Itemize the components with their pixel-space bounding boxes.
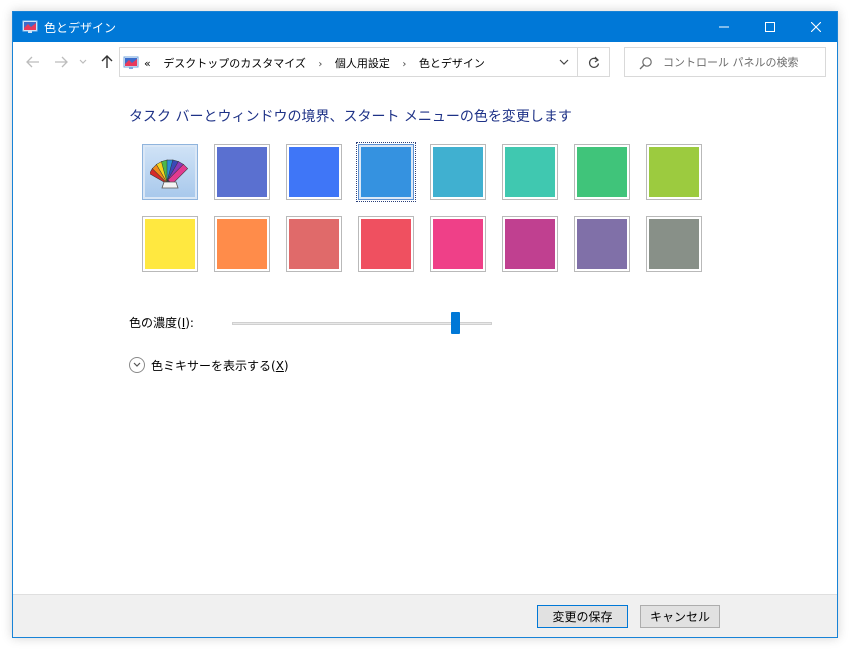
- color-swatch-fill: [145, 219, 195, 269]
- color-swatch-fill: [289, 147, 339, 197]
- color-swatch-fill: [505, 219, 555, 269]
- close-button[interactable]: [793, 12, 839, 42]
- color-swatch-fill: [361, 147, 411, 197]
- color-swatch-coral[interactable]: [286, 216, 342, 272]
- maximize-icon: [765, 22, 775, 32]
- show-color-mixer-label: 色ミキサーを表示する(X): [151, 357, 289, 374]
- search-input[interactable]: [663, 53, 819, 71]
- color-swatch-fill: [577, 219, 627, 269]
- color-swatch-fill: [433, 219, 483, 269]
- color-swatch-fill: [433, 147, 483, 197]
- color-swatch-magenta[interactable]: [502, 216, 558, 272]
- expand-chevron-icon: [129, 357, 145, 373]
- color-swatch-fill: [505, 147, 555, 197]
- color-swatch-gray-green[interactable]: [646, 216, 702, 272]
- chevron-down-icon: [559, 59, 569, 65]
- color-swatch-teal-blue[interactable]: [430, 144, 486, 200]
- address-history-dropdown[interactable]: [552, 48, 576, 76]
- breadcrumb: « デスクトップのカスタマイズ › 個人用設定 › 色とデザイン: [144, 55, 494, 71]
- color-swatch-fill: [649, 147, 699, 197]
- navigation-bar: « デスクトップのカスタマイズ › 個人用設定 › 色とデザイン: [13, 42, 837, 82]
- color-display-icon: [123, 56, 139, 69]
- save-changes-button[interactable]: 変更の保存: [537, 605, 628, 628]
- minimize-button[interactable]: [701, 12, 747, 42]
- recent-locations-button[interactable]: [77, 52, 89, 72]
- cancel-button[interactable]: キャンセル: [640, 605, 720, 628]
- breadcrumb-overflow[interactable]: «: [144, 57, 151, 70]
- color-swatch-orange[interactable]: [214, 216, 270, 272]
- color-swatch-aqua[interactable]: [502, 144, 558, 200]
- color-swatch-purple[interactable]: [574, 216, 630, 272]
- color-swatch-blue[interactable]: [286, 144, 342, 200]
- up-button[interactable]: [97, 52, 117, 72]
- window-title: 色とデザイン: [44, 21, 117, 35]
- color-swatch-fill: [217, 147, 267, 197]
- mixer-access-key: X: [275, 358, 284, 373]
- minimize-icon: [719, 26, 729, 28]
- breadcrumb-item-personalization[interactable]: 個人用設定: [335, 57, 390, 70]
- page-heading: タスク バーとウィンドウの境界、スタート メニューの色を変更します: [129, 109, 572, 125]
- main-content: タスク バーとウィンドウの境界、スタート メニューの色を変更します 色の濃度(I…: [13, 82, 837, 594]
- refresh-icon: [588, 56, 600, 68]
- address-bar[interactable]: « デスクトップのカスタマイズ › 個人用設定 › 色とデザイン: [119, 47, 610, 77]
- show-color-mixer-toggle[interactable]: 色ミキサーを表示する(X): [129, 355, 289, 375]
- window: 色とデザイン « デスクトップのカスタマイズ › 個人用設定 › 色とデザイン …: [12, 11, 838, 638]
- arrow-up-icon: [101, 55, 113, 68]
- intensity-label-text: 色の濃度(: [129, 316, 182, 330]
- arrow-left-icon: [26, 56, 39, 68]
- color-swatch-fill: [649, 219, 699, 269]
- forward-button[interactable]: [51, 52, 71, 72]
- breadcrumb-item-desktop-customization[interactable]: デスクトップのカスタマイズ: [163, 57, 306, 70]
- color-swatch-fill: [289, 219, 339, 269]
- breadcrumb-separator[interactable]: ›: [402, 59, 406, 70]
- color-swatch-green[interactable]: [574, 144, 630, 200]
- footer-bar: 変更の保存 キャンセル: [13, 594, 837, 637]
- color-intensity-label: 色の濃度(I):: [129, 314, 194, 331]
- color-swatch-fill: [361, 219, 411, 269]
- breadcrumb-separator[interactable]: ›: [318, 59, 322, 70]
- color-swatch-lime[interactable]: [646, 144, 702, 200]
- mixer-label-text: 色ミキサーを表示する(: [151, 358, 276, 373]
- color-swatch-pink[interactable]: [430, 216, 486, 272]
- color-swatch-automatic[interactable]: [142, 144, 198, 200]
- chevron-down-icon: [79, 59, 87, 64]
- breadcrumb-item-color-and-design[interactable]: 色とデザイン: [419, 57, 485, 70]
- intensity-label-suffix: ):: [185, 316, 194, 330]
- search-box[interactable]: [624, 47, 826, 77]
- refresh-button[interactable]: [579, 48, 609, 76]
- color-swatch-fill: [145, 147, 195, 197]
- color-display-icon: [22, 20, 38, 33]
- title-bar: 色とデザイン: [13, 12, 837, 42]
- search-icon: [639, 57, 652, 70]
- arrow-right-icon: [55, 56, 68, 68]
- close-icon: [811, 22, 821, 32]
- color-swatch-sky-blue[interactable]: [356, 142, 416, 202]
- color-swatch-fill: [217, 219, 267, 269]
- color-swatch-yellow[interactable]: [142, 216, 198, 272]
- address-divider: [577, 48, 578, 76]
- maximize-button[interactable]: [747, 12, 793, 42]
- color-palette-icon: [150, 159, 189, 189]
- color-swatch-red[interactable]: [358, 216, 414, 272]
- color-intensity-slider-thumb[interactable]: [451, 312, 461, 334]
- back-button[interactable]: [23, 52, 43, 72]
- color-swatch-fill: [577, 147, 627, 197]
- mixer-label-suffix: ): [283, 358, 289, 373]
- color-swatch-slate-blue[interactable]: [214, 144, 270, 200]
